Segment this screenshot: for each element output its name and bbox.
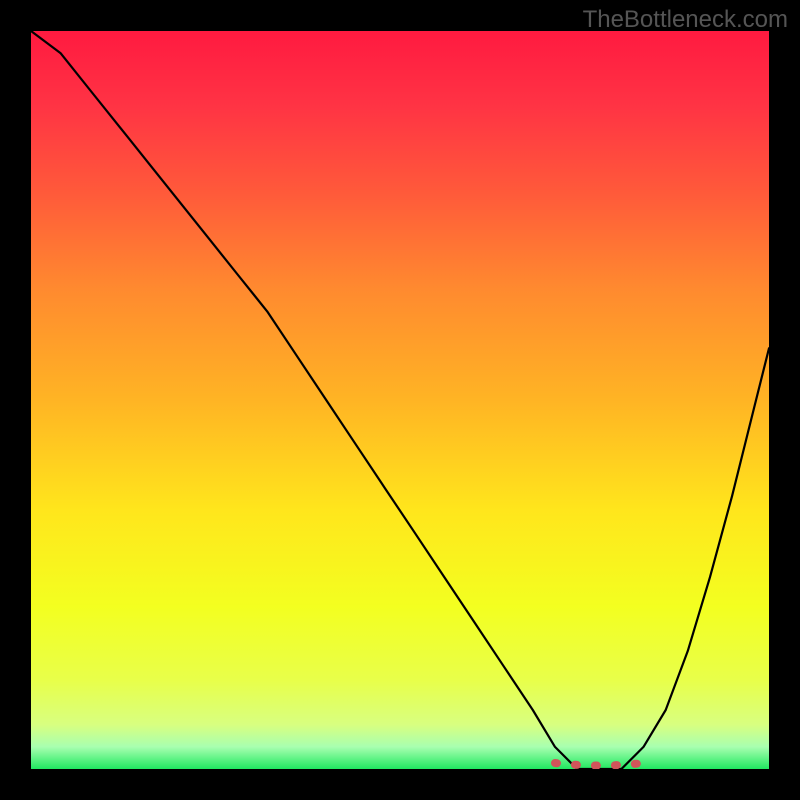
chart-svg bbox=[31, 31, 769, 769]
watermark-text: TheBottleneck.com bbox=[583, 6, 788, 34]
chart-area bbox=[31, 31, 769, 769]
gradient-background bbox=[31, 31, 769, 769]
